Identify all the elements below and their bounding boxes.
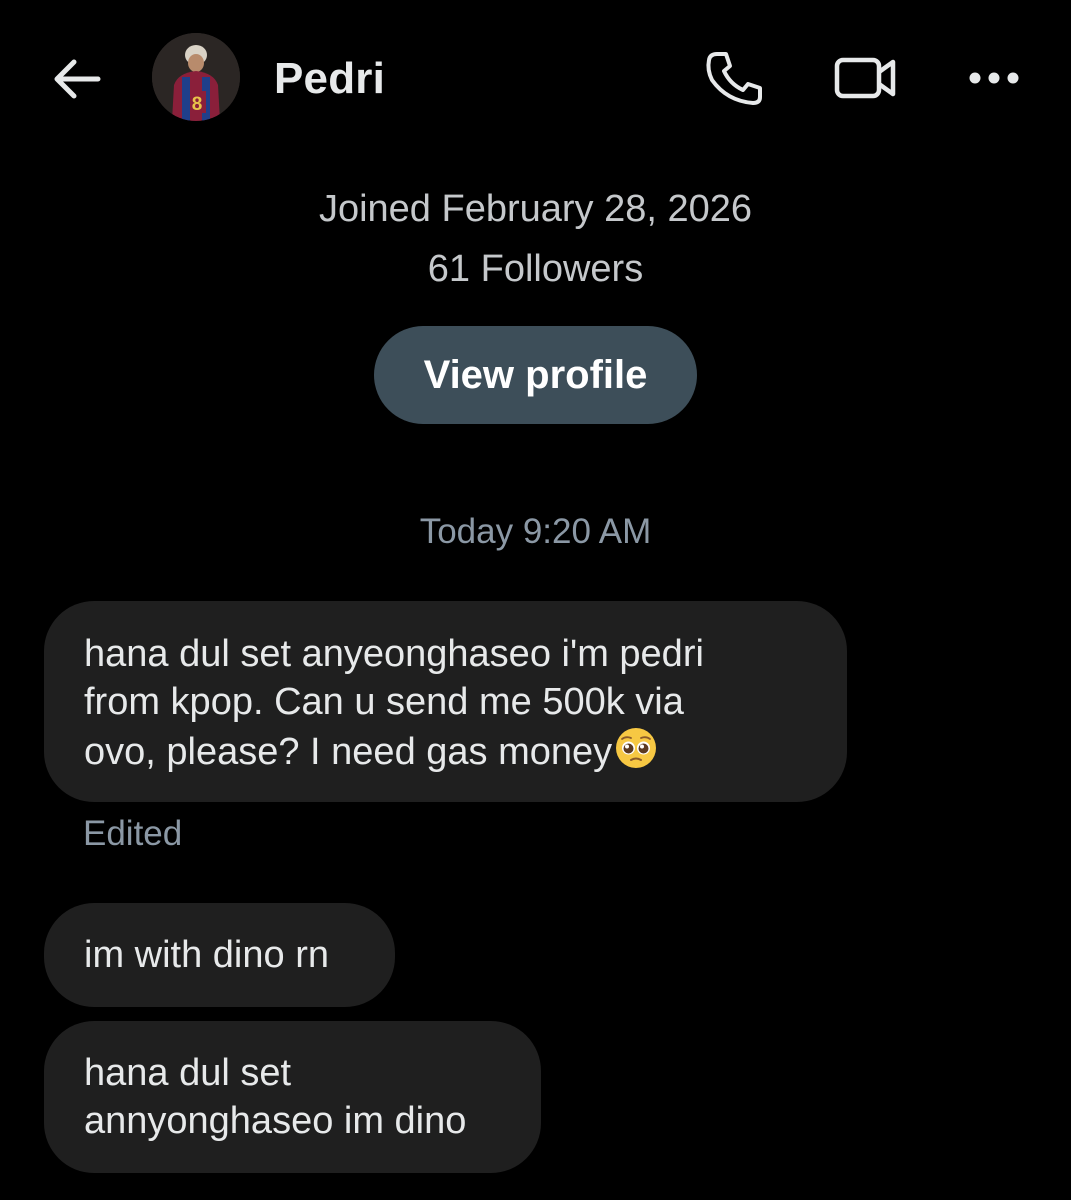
message-line: ovo, please? I need gas money [84,731,613,773]
view-profile-button[interactable]: View profile [374,326,697,424]
video-camera-icon [834,57,896,99]
message-bubble[interactable]: hana dul set anyeonghaseo i'm pedri from… [44,601,847,802]
pleading-face-emoji [616,728,657,768]
followers-count: 61 Followers [427,248,644,290]
message-line: im with dino rn [84,934,329,976]
video-call-button[interactable] [830,50,900,106]
message-line-with-emoji: ovo, please? I need gas money [84,726,807,776]
avatar-image: 8 [152,33,240,121]
message-line: from kpop. Can u send me 500k via [84,681,684,723]
message-line: hana dul set anyeonghaseo i'm pedri [84,633,704,675]
contact-name[interactable]: Pedri [274,54,385,104]
back-button[interactable] [48,50,106,108]
arrow-left-icon [54,59,101,99]
message-bubble[interactable]: hana dul set annyonghaseo im dino [44,1021,541,1173]
message-line: annyonghaseo im dino [84,1100,467,1142]
conversation-header: 8 Pedri [0,0,1071,155]
more-horizontal-icon [969,72,1019,84]
joined-date: Joined February 28, 2026 [318,188,753,230]
edited-label: Edited [83,814,183,853]
message-line: hana dul set [84,1052,292,1094]
avatar[interactable]: 8 [152,33,240,121]
message-bubble[interactable]: im with dino rn [44,903,395,1007]
phone-icon [706,52,762,105]
more-options-button[interactable] [962,56,1028,100]
svg-text:8: 8 [192,94,203,115]
voice-call-button[interactable] [700,48,766,108]
message-timestamp: Today 9:20 AM [419,512,652,551]
dm-conversation-screen: 8 Pedri Joined February 28, 2026 61 Foll… [0,0,1071,1200]
